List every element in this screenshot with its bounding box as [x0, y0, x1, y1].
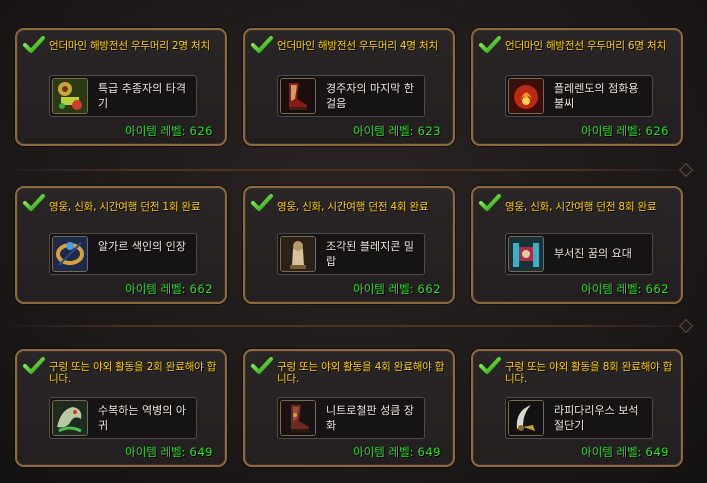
- ring-icon: [52, 236, 88, 272]
- checkmark-icon: [479, 36, 501, 53]
- belt-icon: [508, 236, 544, 272]
- item-level: 아이템 레벨: 649: [125, 445, 213, 459]
- reward-card[interactable]: 영웅, 신화, 시간여행 던전 4회 완료 조각된 블레지콘 밀랍 아이템 레벨…: [243, 186, 455, 304]
- requirement-text: 영웅, 신화, 시간여행 던전 1회 완료: [49, 201, 201, 213]
- requirement-text: 언더마인 해방전선 우두머리 2명 처치: [49, 40, 210, 52]
- item-level: 아이템 레벨: 649: [353, 445, 441, 459]
- checkmark-icon: [251, 194, 273, 211]
- reward-item[interactable]: 수복하는 역병의 아귀: [49, 397, 197, 439]
- checkmark-icon: [251, 357, 273, 374]
- requirement-text: 언더마인 해방전선 우두머리 4명 처치: [277, 40, 438, 52]
- reward-card[interactable]: 언더마인 해방전선 우두머리 2명 처치 특급 추종자의 타격기 아이템 레벨:…: [15, 28, 227, 146]
- wax-icon: [280, 236, 316, 272]
- reward-item[interactable]: 플레렌도의 점화용 불씨: [505, 75, 653, 117]
- blade-icon: [508, 400, 544, 436]
- item-level: 아이템 레벨: 649: [581, 445, 669, 459]
- reward-card[interactable]: 구렁 또는 야외 활동을 2회 완료해야 합니다. 수복하는 역병의 아귀 아이…: [15, 349, 227, 467]
- checkmark-icon: [23, 36, 45, 53]
- item-level: 아이템 레벨: 662: [353, 282, 441, 296]
- boots-icon: [280, 400, 316, 436]
- item-name: 니트로철판 성큼 장화: [326, 404, 414, 432]
- reward-item[interactable]: 특급 추종자의 타격기: [49, 75, 197, 117]
- trinket-icon: [52, 78, 88, 114]
- row-divider: [0, 162, 707, 178]
- requirement-text: 구렁 또는 야외 활동을 2회 완료해야 합니다.: [49, 361, 217, 385]
- reward-item[interactable]: 경주자의 마지막 한 걸음: [277, 75, 425, 117]
- item-level: 아이템 레벨: 662: [581, 282, 669, 296]
- row-divider: [0, 318, 707, 334]
- reward-item[interactable]: 부서진 꿈의 요대: [505, 233, 653, 275]
- reward-card[interactable]: 언더마인 해방전선 우두머리 4명 처치 경주자의 마지막 한 걸음 아이템 레…: [243, 28, 455, 146]
- dragon-icon: [52, 400, 88, 436]
- item-name: 플레렌도의 점화용 불씨: [554, 82, 639, 110]
- boots-icon: [280, 78, 316, 114]
- checkmark-icon: [479, 194, 501, 211]
- item-name: 라피다리우스 보석절단기: [554, 404, 639, 432]
- item-name: 수복하는 역병의 아귀: [98, 404, 186, 432]
- flame-icon: [508, 78, 544, 114]
- requirement-text: 언더마인 해방전선 우두머리 6명 처치: [505, 40, 666, 52]
- reward-card[interactable]: 영웅, 신화, 시간여행 던전 1회 완료 알가르 색인의 인장 아이템 레벨:…: [15, 186, 227, 304]
- requirement-text: 구렁 또는 야외 활동을 8회 완료해야 합니다.: [505, 361, 673, 385]
- item-level: 아이템 레벨: 623: [353, 124, 441, 138]
- item-name: 경주자의 마지막 한 걸음: [326, 82, 414, 110]
- reward-item[interactable]: 알가르 색인의 인장: [49, 233, 197, 275]
- reward-item[interactable]: 라피다리우스 보석절단기: [505, 397, 653, 439]
- item-name: 조각된 블레지콘 밀랍: [326, 240, 414, 268]
- item-level: 아이템 레벨: 626: [125, 124, 213, 138]
- requirement-text: 구렁 또는 야외 활동을 4회 완료해야 합니다.: [277, 361, 445, 385]
- requirement-text: 영웅, 신화, 시간여행 던전 8회 완료: [505, 201, 657, 213]
- checkmark-icon: [251, 36, 273, 53]
- item-level: 아이템 레벨: 662: [125, 282, 213, 296]
- item-name: 알가르 색인의 인장: [98, 240, 186, 253]
- reward-card[interactable]: 언더마인 해방전선 우두머리 6명 처치 플레렌도의 점화용 불씨 아이템 레벨…: [471, 28, 683, 146]
- item-name: 특급 추종자의 타격기: [98, 82, 186, 110]
- checkmark-icon: [479, 357, 501, 374]
- reward-item[interactable]: 니트로철판 성큼 장화: [277, 397, 425, 439]
- checkmark-icon: [23, 194, 45, 211]
- reward-card[interactable]: 영웅, 신화, 시간여행 던전 8회 완료 부서진 꿈의 요대 아이템 레벨: 6…: [471, 186, 683, 304]
- reward-card[interactable]: 구렁 또는 야외 활동을 4회 완료해야 합니다. 니트로철판 성큼 장화 아이…: [243, 349, 455, 467]
- reward-item[interactable]: 조각된 블레지콘 밀랍: [277, 233, 425, 275]
- item-name: 부서진 꿈의 요대: [554, 247, 632, 260]
- checkmark-icon: [23, 357, 45, 374]
- reward-card[interactable]: 구렁 또는 야외 활동을 8회 완료해야 합니다. 라피다리우스 보석절단기 아…: [471, 349, 683, 467]
- item-level: 아이템 레벨: 626: [581, 124, 669, 138]
- requirement-text: 영웅, 신화, 시간여행 던전 4회 완료: [277, 201, 429, 213]
